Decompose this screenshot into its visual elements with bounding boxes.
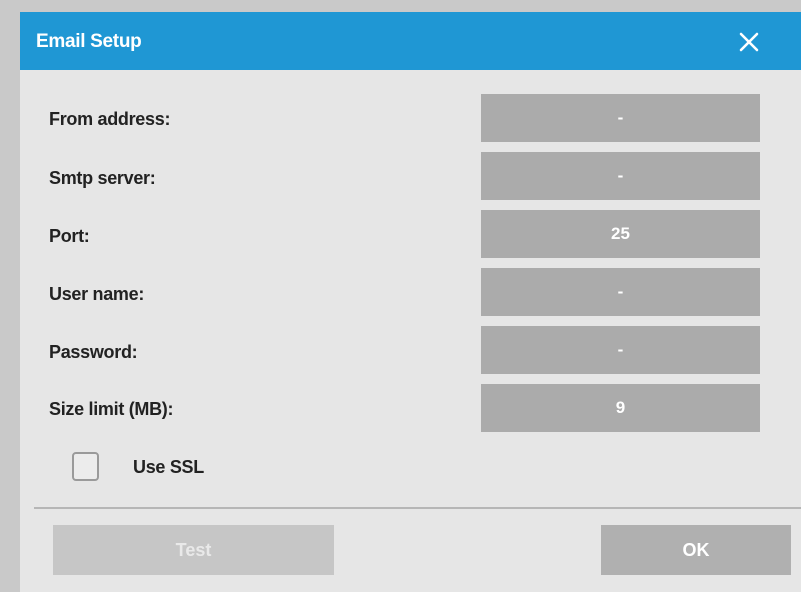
smtp-server-label: Smtp server: [49, 168, 156, 188]
test-button[interactable]: Test [53, 525, 334, 575]
footer-divider [34, 507, 801, 509]
user-name-label: User name: [49, 284, 145, 304]
ok-button[interactable]: OK [601, 525, 791, 575]
close-icon [739, 32, 759, 52]
use-ssl-checkbox[interactable] [72, 452, 99, 481]
smtp-server-field[interactable]: - [481, 152, 760, 200]
dialog-title: Email Setup [36, 31, 142, 52]
password-field[interactable]: - [481, 326, 760, 374]
from-address-field[interactable]: - [481, 94, 760, 142]
port-field[interactable]: 25 [481, 210, 760, 258]
use-ssl-label: Use SSL [133, 457, 204, 477]
size-limit-label: Size limit (MB): [49, 399, 174, 419]
user-name-field[interactable]: - [481, 268, 760, 316]
dialog-titlebar: Email Setup [20, 12, 801, 70]
password-label: Password: [49, 342, 138, 362]
port-label: Port: [49, 226, 90, 246]
from-address-label: From address: [49, 109, 171, 129]
close-button[interactable] [733, 26, 765, 58]
size-limit-field[interactable]: 9 [481, 384, 760, 432]
email-setup-dialog: Email Setup From address: - Smtp server:… [20, 12, 801, 592]
